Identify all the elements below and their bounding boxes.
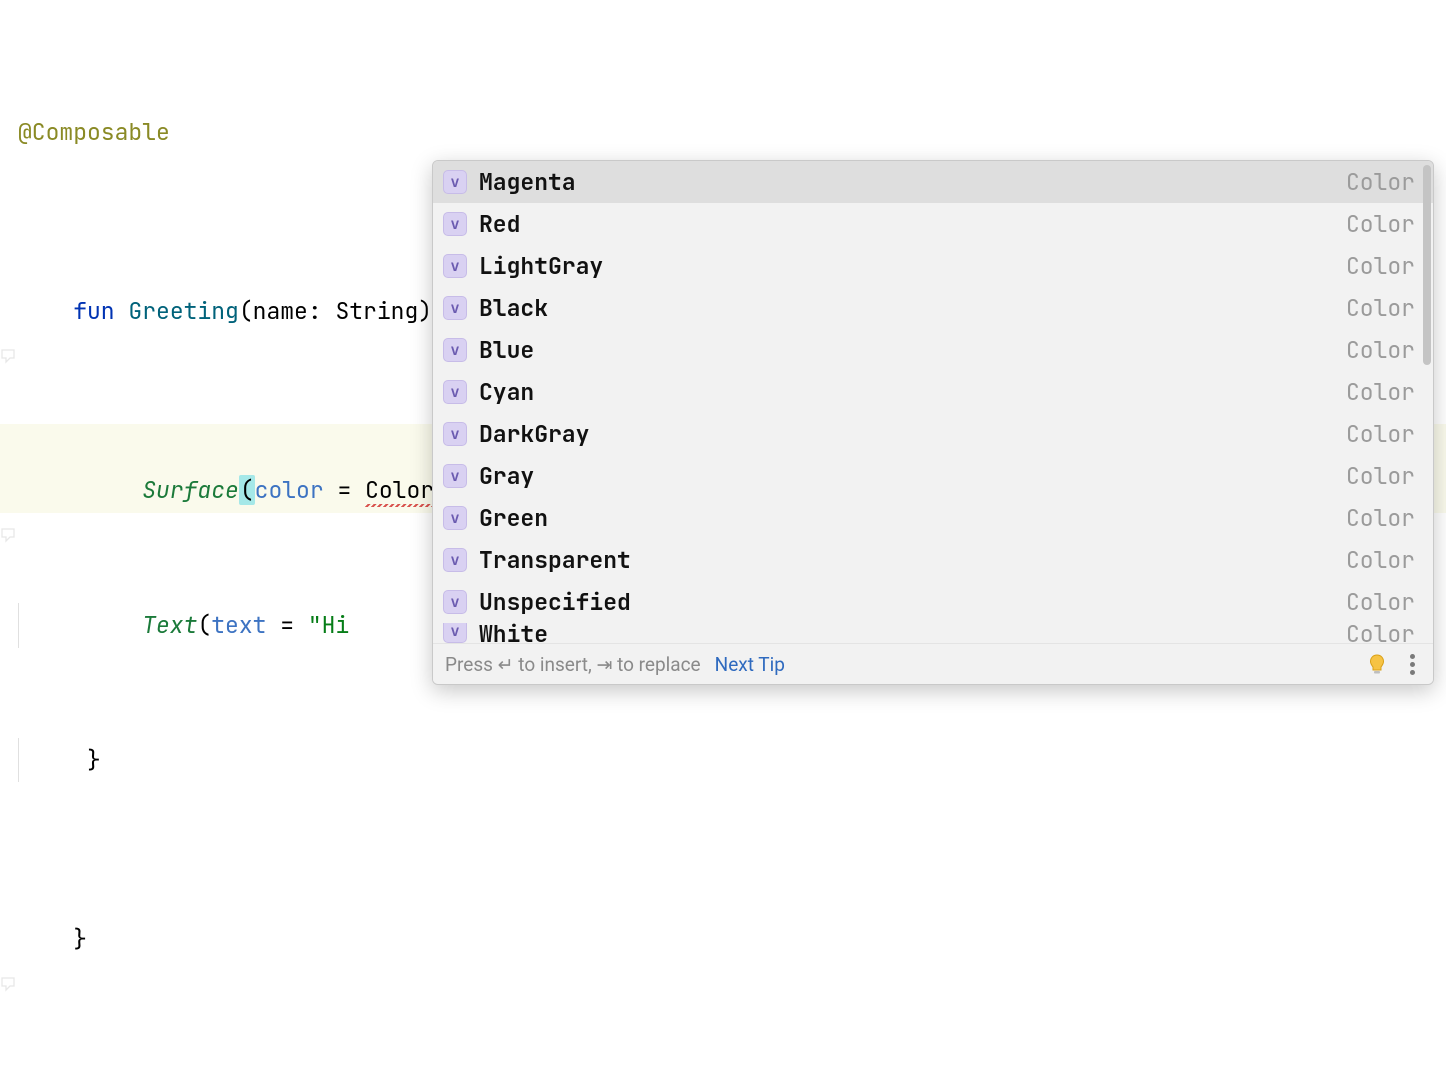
completion-item-type: Color (1346, 209, 1415, 239)
annotation: @Composable (18, 117, 170, 147)
gutter-marker-icon[interactable] (0, 886, 16, 902)
value-badge-icon: v (443, 254, 467, 278)
value-badge-icon: v (443, 212, 467, 236)
value-badge-icon: v (443, 464, 467, 488)
completion-item-type: Color (1346, 461, 1415, 491)
arg-text: text (211, 610, 266, 640)
completion-item-type: Color (1346, 167, 1415, 197)
tab-key-icon: ⇥ (596, 653, 612, 676)
completion-item[interactable]: v WhiteColor (433, 623, 1433, 643)
completion-item-label: White (479, 623, 1346, 643)
code-line: } (0, 738, 1446, 783)
completion-list[interactable]: vMagentaColorvRedColorvLightGrayColorvBl… (433, 161, 1433, 643)
lightbulb-icon[interactable] (1365, 652, 1389, 676)
completion-item[interactable]: v LightGrayColor (433, 245, 1433, 287)
enter-key-icon: ↵ (498, 653, 514, 676)
completion-footer: Press ↵ to insert, ⇥ to replace Next Tip (433, 643, 1433, 684)
footer-hint: Press ↵ to insert, ⇥ to replace (445, 653, 701, 676)
function-name: Greeting (128, 296, 238, 326)
completion-item-label: DarkGray (479, 419, 1346, 449)
completion-item-label: Blue (479, 335, 1346, 365)
scrollbar[interactable] (1423, 165, 1431, 639)
completion-item-type: Color (1346, 293, 1415, 323)
completion-item-label: Red (479, 209, 1346, 239)
completion-item-type: Color (1346, 503, 1415, 533)
completion-item[interactable]: v GrayColor (433, 455, 1433, 497)
completion-item-label: LightGray (479, 251, 1346, 281)
bracket-match-open: ( (239, 475, 255, 505)
completion-item-type: Color (1346, 587, 1415, 617)
value-badge-icon: v (443, 506, 467, 530)
param-name: name (253, 296, 308, 326)
completion-item-type: Color (1346, 251, 1415, 281)
error-underline: Color (365, 475, 434, 505)
completion-item-label: Green (479, 503, 1346, 533)
completion-item[interactable]: v RedColor (433, 203, 1433, 245)
call-text: Text (142, 610, 197, 640)
string-literal: "Hi (308, 610, 349, 640)
arg-color: color (255, 475, 324, 505)
completion-item-label: Unspecified (479, 587, 1346, 617)
completion-item[interactable]: v GreenColor (433, 497, 1433, 539)
code-line: } (0, 872, 1446, 962)
scrollbar-thumb[interactable] (1423, 165, 1431, 365)
completion-item[interactable]: v MagentaColor (433, 161, 1433, 203)
value-badge-icon: v (443, 338, 467, 362)
param-type: String (335, 296, 418, 326)
completion-item-type: Color (1346, 419, 1415, 449)
completion-item[interactable]: v TransparentColor (433, 539, 1433, 581)
completion-item-label: Transparent (479, 545, 1346, 575)
gutter-marker-icon[interactable] (0, 258, 16, 274)
code-completion-popup[interactable]: vMagentaColorvRedColorvLightGrayColorvBl… (432, 160, 1434, 685)
completion-item-type: Color (1346, 623, 1415, 643)
gutter-marker-icon[interactable] (0, 438, 16, 454)
completion-item-label: Black (479, 293, 1346, 323)
completion-item-label: Cyan (479, 377, 1346, 407)
code-line: @Composable (0, 110, 1446, 155)
completion-item-label: Magenta (479, 167, 1346, 197)
value-badge-icon: v (443, 422, 467, 446)
call-surface: Surface (142, 475, 239, 505)
value-badge-icon: v (443, 296, 467, 320)
completion-item[interactable]: v BlackColor (433, 287, 1433, 329)
value-badge-icon: v (443, 380, 467, 404)
completion-item[interactable]: v DarkGrayColor (433, 413, 1433, 455)
completion-item[interactable]: v UnspecifiedColor (433, 581, 1433, 623)
completion-item-label: Gray (479, 461, 1346, 491)
completion-item[interactable]: v BlueColor (433, 329, 1433, 371)
completion-item-type: Color (1346, 335, 1415, 365)
value-badge-icon: v (443, 590, 467, 614)
value-badge-icon: v (443, 548, 467, 572)
value-badge-icon: v (443, 170, 467, 194)
value-badge-icon: v (443, 623, 467, 643)
completion-item-type: Color (1346, 377, 1415, 407)
completion-item[interactable]: v CyanColor (433, 371, 1433, 413)
next-tip-link[interactable]: Next Tip (715, 653, 785, 676)
more-options-icon[interactable] (1403, 654, 1421, 675)
completion-item-type: Color (1346, 545, 1415, 575)
